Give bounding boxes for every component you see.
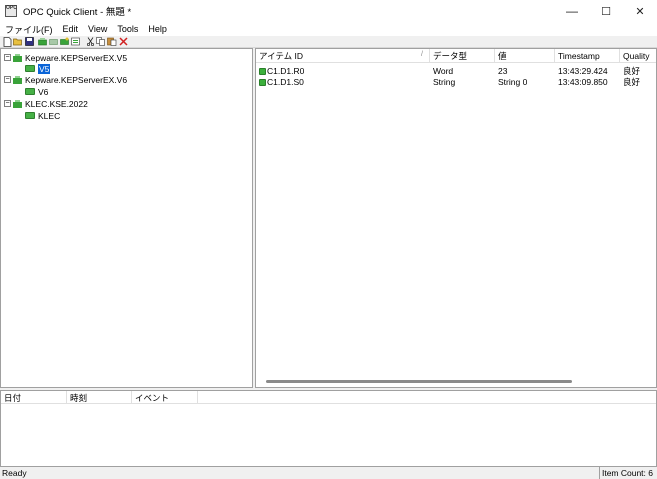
status-text: Ready (2, 468, 27, 478)
item-type: Word (433, 65, 454, 76)
save-icon[interactable] (24, 37, 34, 47)
event-log[interactable]: 日付 時刻 イベント (0, 390, 657, 467)
copy-icon[interactable] (96, 37, 106, 47)
minimize-button[interactable]: — (555, 0, 589, 22)
collapse-toggle-icon[interactable]: − (4, 76, 11, 83)
collapse-toggle-icon[interactable]: − (4, 54, 11, 61)
new-group-icon[interactable] (49, 37, 59, 47)
tree-server-node[interactable]: − Kepware.KEPServerEX.V6 (4, 74, 127, 85)
item-quality: 良好 (623, 76, 641, 87)
list-header: アイテム ID / データ型 値 Timestamp Quality (256, 49, 656, 63)
paste-icon[interactable] (107, 37, 117, 47)
menu-file[interactable]: ファイル(F) (0, 23, 58, 36)
title-bar: OPC OPC Quick Client - 無題 * — ☐ ✕ (0, 0, 657, 22)
tree-group-node[interactable]: KLEC (25, 110, 60, 121)
tree-group-label: V6 (38, 86, 49, 97)
new-server-icon[interactable] (38, 37, 48, 47)
table-row[interactable]: C1.D1.R0 Word 23 13:43:29.424 良好 (256, 65, 656, 76)
server-icon (13, 53, 22, 62)
column-value[interactable]: 値 (495, 49, 555, 63)
new-item-icon[interactable] (60, 37, 70, 47)
server-tree[interactable]: − Kepware.KEPServerEX.V5 V5 − Kepware.KE… (0, 48, 253, 388)
horizontal-scrollbar[interactable] (258, 377, 654, 385)
tree-group-label: KLEC (38, 110, 61, 121)
tree-group-label: V5 (38, 63, 51, 74)
column-quality[interactable]: Quality (620, 49, 656, 63)
menu-view[interactable]: View (83, 24, 112, 34)
log-header: 日付 時刻 イベント (1, 391, 656, 404)
maximize-button[interactable]: ☐ (589, 0, 623, 22)
collapse-toggle-icon[interactable]: − (4, 100, 11, 107)
column-data-type[interactable]: データ型 (430, 49, 495, 63)
sort-indicator: / (421, 51, 423, 58)
close-button[interactable]: ✕ (623, 0, 657, 22)
column-event[interactable]: イベント (132, 391, 198, 404)
item-id: C1.D1.S0 (267, 76, 304, 87)
menu-edit[interactable]: Edit (58, 24, 84, 34)
item-timestamp: 13:43:29.424 (558, 65, 608, 76)
window-title: OPC Quick Client - 無題 * (23, 7, 132, 18)
group-folder-icon (25, 112, 35, 119)
scrollbar-thumb[interactable] (266, 380, 572, 383)
tree-server-label: Kepware.KEPServerEX.V6 (25, 74, 128, 85)
server-icon (13, 99, 22, 108)
properties-icon[interactable] (71, 37, 81, 47)
item-list[interactable]: アイテム ID / データ型 値 Timestamp Quality C1.D1… (255, 48, 657, 388)
item-value: 23 (498, 65, 508, 76)
tree-server-label: Kepware.KEPServerEX.V5 (25, 52, 128, 63)
tree-group-node[interactable]: V5 (25, 63, 51, 74)
item-timestamp: 13:43:09.850 (558, 76, 608, 87)
group-folder-icon (25, 65, 35, 72)
menu-help[interactable]: Help (143, 24, 172, 34)
column-date[interactable]: 日付 (1, 391, 67, 404)
tree-group-node[interactable]: V6 (25, 86, 48, 97)
item-type: String (433, 76, 456, 87)
toolbar (0, 36, 657, 48)
delete-icon[interactable] (118, 37, 128, 47)
server-icon (13, 75, 22, 84)
item-id: C1.D1.R0 (267, 65, 305, 76)
table-row[interactable]: C1.D1.S0 String String 0 13:43:09.850 良好 (256, 76, 656, 87)
tree-server-node[interactable]: − KLEC.KSE.2022 (4, 98, 88, 109)
item-count: Item Count: 6 (598, 467, 657, 479)
app-icon: OPC (5, 5, 17, 17)
new-icon[interactable] (2, 36, 12, 47)
tree-server-label: KLEC.KSE.2022 (25, 98, 88, 109)
group-folder-icon (25, 88, 35, 95)
menu-tools[interactable]: Tools (112, 24, 143, 34)
window-controls: — ☐ ✕ (555, 0, 657, 22)
column-time[interactable]: 時刻 (67, 391, 132, 404)
column-timestamp[interactable]: Timestamp (555, 49, 620, 63)
item-icon (259, 67, 266, 75)
open-icon[interactable] (13, 37, 23, 47)
item-value: String 0 (498, 76, 528, 87)
item-icon (259, 78, 266, 86)
column-item-id[interactable]: アイテム ID / (256, 49, 430, 63)
menu-bar: ファイル(F) Edit View Tools Help (0, 22, 657, 36)
cut-icon[interactable] (85, 37, 95, 47)
tree-server-node[interactable]: − Kepware.KEPServerEX.V5 (4, 52, 127, 63)
status-bar: Ready Item Count: 6 (0, 467, 657, 479)
